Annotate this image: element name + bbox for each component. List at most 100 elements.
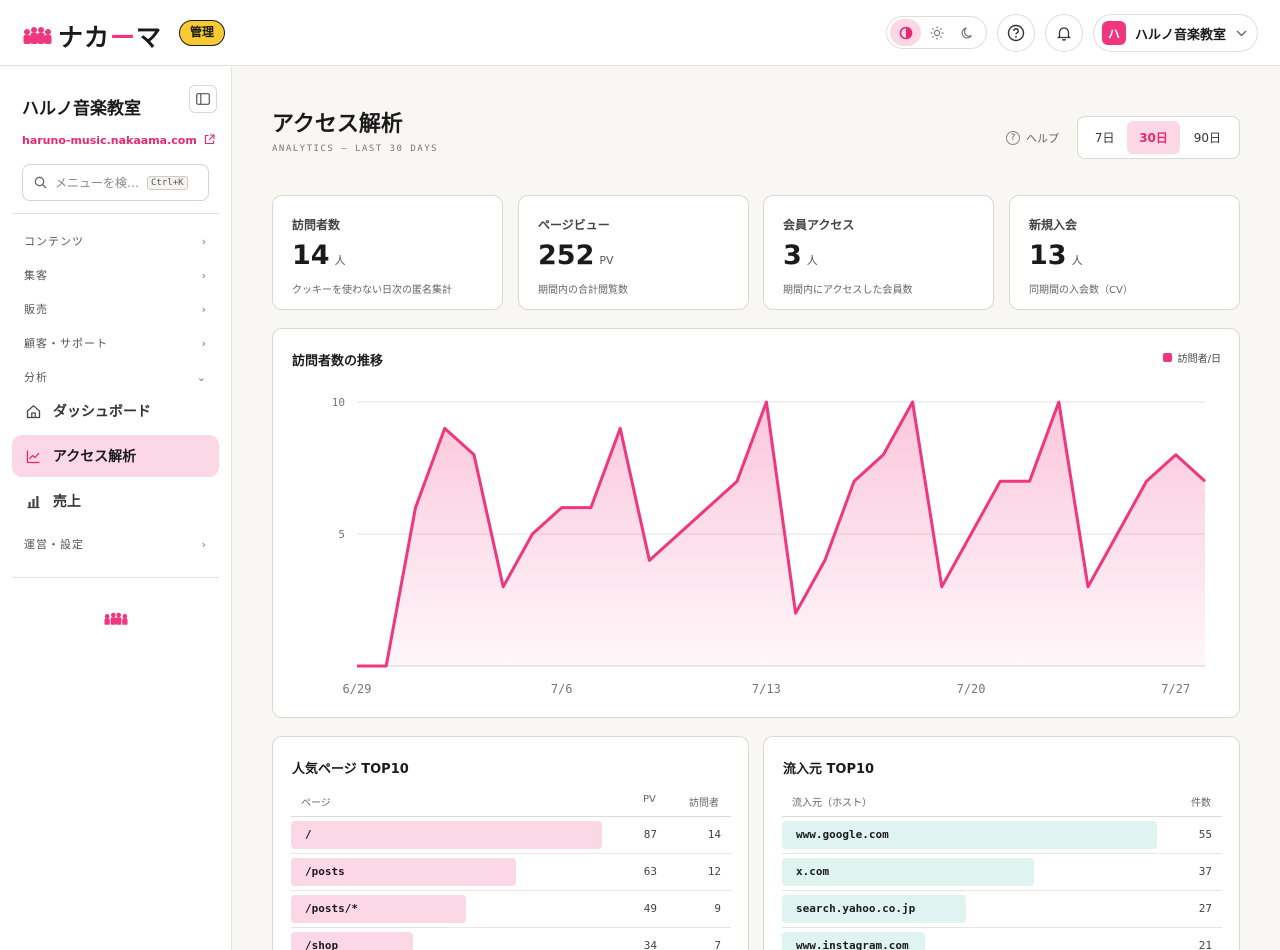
kpi-label: 新規入会 — [1029, 218, 1078, 232]
data-point[interactable] — [1141, 475, 1153, 487]
kpi-value: 14 — [292, 240, 330, 271]
data-point[interactable] — [1082, 581, 1094, 593]
data-point[interactable] — [936, 581, 948, 593]
people-logo-icon — [23, 27, 52, 44]
help-button[interactable] — [997, 14, 1035, 52]
data-point[interactable] — [1053, 396, 1065, 408]
chevron-right-icon: › — [201, 336, 207, 350]
data-point[interactable] — [994, 475, 1006, 487]
data-point[interactable] — [877, 449, 889, 461]
sidebar-item-sales[interactable]: 売上 — [12, 480, 219, 522]
referral-count: 27 — [1198, 902, 1212, 915]
data-point[interactable] — [380, 660, 392, 672]
sidebar-group-marketing[interactable]: 集客 › — [12, 261, 219, 289]
data-point[interactable] — [468, 449, 480, 461]
notifications-button[interactable] — [1045, 14, 1083, 52]
data-point[interactable] — [819, 554, 831, 566]
data-point[interactable] — [409, 502, 421, 514]
sidebar-group-settings[interactable]: 運営・設定 › — [12, 530, 219, 558]
column-header-count: 件数 — [1191, 798, 1211, 809]
table-row[interactable]: /posts/* 49 9 — [291, 891, 731, 928]
data-point[interactable] — [760, 396, 772, 408]
pv-count: 87 — [643, 828, 657, 841]
range-30-days-button[interactable]: 30日 — [1127, 121, 1180, 154]
data-point[interactable] — [643, 554, 655, 566]
x-tick-label: 7/13 — [752, 682, 781, 696]
account-menu[interactable]: ハ ハルノ音楽教室 — [1093, 14, 1258, 52]
visitor-count: 12 — [707, 865, 721, 878]
kpi-note: クッキーを使わない日次の匿名集計 — [292, 285, 452, 296]
range-7-days-button[interactable]: 7日 — [1082, 121, 1127, 154]
visitor-count: 9 — [714, 902, 721, 915]
sidebar-item-label: 売上 — [53, 494, 81, 510]
pv-count: 49 — [643, 902, 657, 915]
x-tick-label: 6/29 — [343, 682, 372, 696]
kpi-card-visitors: 訪問者数 14 人 クッキーを使わない日次の匿名集計 — [272, 195, 503, 310]
data-point[interactable] — [907, 396, 919, 408]
data-point[interactable] — [848, 475, 860, 487]
y-tick-label: 5 — [338, 528, 345, 541]
range-90-days-button[interactable]: 90日 — [1180, 121, 1235, 154]
data-point[interactable] — [1111, 528, 1123, 540]
data-point[interactable] — [497, 581, 509, 593]
referral-count: 37 — [1198, 865, 1212, 878]
data-point[interactable] — [439, 422, 451, 434]
table-row[interactable]: /shop 34 7 — [291, 928, 731, 950]
table-row[interactable]: x.com 37 — [782, 854, 1222, 891]
data-point[interactable] — [702, 502, 714, 514]
data-point[interactable] — [614, 422, 626, 434]
theme-dark-button[interactable] — [952, 19, 983, 46]
site-url-link[interactable]: haruno-music.nakaama.com — [22, 134, 215, 147]
collapse-sidebar-button[interactable] — [189, 85, 217, 113]
pv-bar — [291, 821, 602, 849]
theme-auto-button[interactable] — [890, 19, 921, 46]
series-area — [357, 402, 1205, 666]
data-point[interactable] — [526, 528, 538, 540]
table-row[interactable]: / 87 14 — [291, 817, 731, 854]
referral-count: 55 — [1198, 828, 1212, 841]
sidebar: ハルノ音楽教室 haruno-music.nakaama.com メニューを検…… — [0, 67, 232, 950]
popular-pages-card: 人気ページ TOP10 ページ PV 訪問者 / 87 14/posts 63 12/p… — [272, 736, 749, 950]
kpi-note: 期間内の合計閲覧数 — [538, 285, 628, 296]
sidebar-group-content[interactable]: コンテンツ › — [12, 227, 219, 255]
data-point[interactable] — [965, 528, 977, 540]
visitor-count: 14 — [707, 828, 721, 841]
sidebar-group-support[interactable]: 顧客・サポート › — [12, 329, 219, 357]
column-header-page: ページ — [301, 798, 331, 809]
sidebar-item-dashboard[interactable]: ダッシュボード — [12, 390, 219, 432]
data-point[interactable] — [1170, 449, 1182, 461]
theme-light-button[interactable] — [921, 19, 952, 46]
home-icon — [26, 404, 40, 418]
table-row[interactable]: www.google.com 55 — [782, 817, 1222, 854]
account-name: ハルノ音楽教室 — [1135, 27, 1227, 43]
data-point[interactable] — [1024, 475, 1036, 487]
page-path: / — [305, 828, 312, 841]
menu-search-input[interactable]: メニューを検… Ctrl+K — [22, 164, 209, 201]
kpi-label: 訪問者数 — [292, 218, 341, 232]
search-placeholder: メニューを検… — [55, 176, 140, 190]
sidebar-group-sales[interactable]: 販売 › — [12, 295, 219, 323]
referrers-card: 流入元 TOP10 流入元（ホスト） 件数 www.google.com 55 x.… — [763, 736, 1240, 950]
data-point[interactable] — [673, 528, 685, 540]
sidebar-group-analytics[interactable]: 分析 ⌄ — [12, 363, 219, 391]
data-point[interactable] — [556, 502, 568, 514]
chevron-down-icon — [1236, 27, 1247, 40]
table-row[interactable]: /posts 63 12 — [291, 854, 731, 891]
date-range-selector: 7日 30日 90日 — [1077, 116, 1240, 159]
bell-icon — [1056, 27, 1072, 41]
page-path: /posts — [305, 865, 345, 878]
data-point[interactable] — [585, 502, 597, 514]
data-point[interactable] — [351, 660, 363, 672]
table-row[interactable]: search.yahoo.co.jp 27 — [782, 891, 1222, 928]
table-row[interactable]: www.instagram.com 21 — [782, 928, 1222, 950]
data-point[interactable] — [731, 475, 743, 487]
brand-logo[interactable]: ナカーマ — [22, 18, 162, 54]
column-header-visitors: 訪問者 — [689, 798, 719, 809]
data-point[interactable] — [790, 607, 802, 619]
sidebar-item-access-analytics[interactable]: アクセス解析 — [12, 435, 219, 477]
data-point[interactable] — [1199, 475, 1211, 487]
help-link[interactable]: ? ヘルプ — [1006, 130, 1059, 146]
page-path: /shop — [305, 939, 339, 950]
kpi-value: 3 — [783, 240, 802, 271]
sidebar-item-label: ダッシュボード — [53, 404, 151, 420]
